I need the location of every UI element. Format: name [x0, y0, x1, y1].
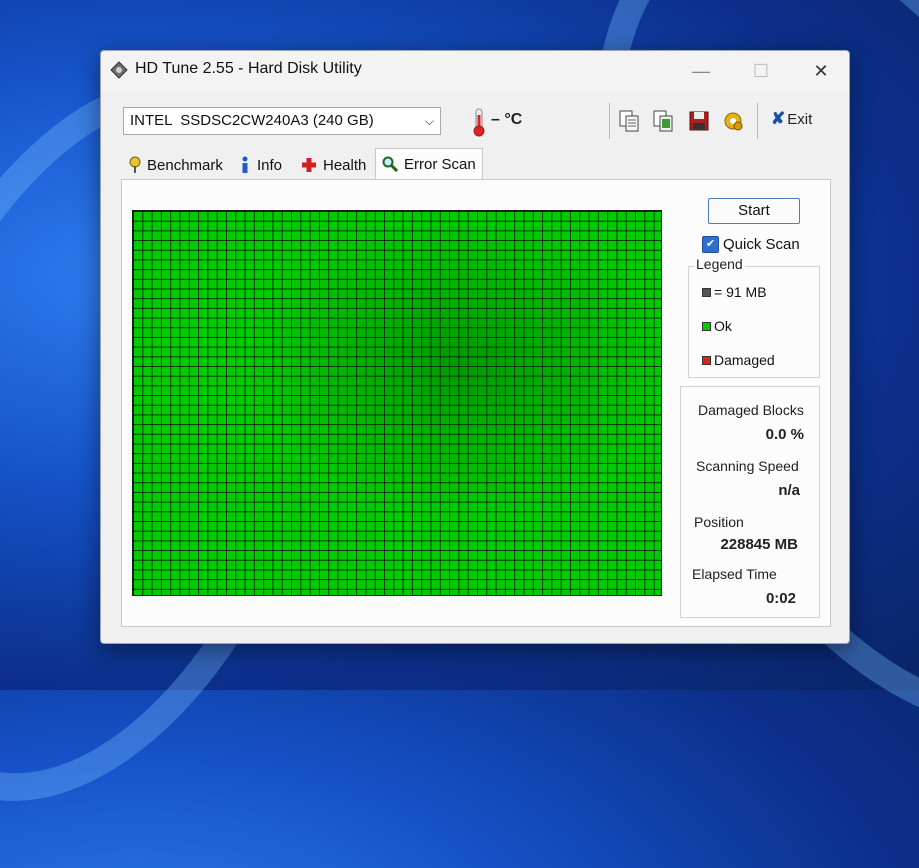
exit-button[interactable]: ✘ Exit	[771, 109, 812, 129]
hd-tune-window: HD Tune 2.55 - Hard Disk Utility — ☐ ✕ I…	[100, 50, 850, 644]
position-label: Position	[694, 514, 744, 530]
gauge-icon	[129, 156, 141, 173]
damaged-blocks-label: Damaged Blocks	[698, 402, 804, 418]
maximize-button[interactable]: ☐	[739, 55, 783, 87]
scanning-speed-label: Scanning Speed	[696, 458, 799, 474]
toolbar-separator	[609, 103, 610, 139]
error-scan-panel: Start ✔ Quick Scan Legend = 91 MB Ok Dam…	[121, 179, 831, 627]
toolbar-separator	[757, 103, 758, 139]
title-bar[interactable]: HD Tune 2.55 - Hard Disk Utility — ☐ ✕	[101, 51, 849, 91]
toolbar: INTEL SSDSC2CW240A3 (240 GB) ⌵ – °C ✘ Ex…	[101, 95, 849, 147]
legend-ok: Ok	[702, 318, 732, 334]
legend-ok-label: Ok	[714, 318, 732, 334]
damaged-blocks-value: 0.0 %	[765, 426, 804, 443]
disk-icon	[110, 61, 128, 79]
minimize-button[interactable]: —	[679, 55, 723, 87]
info-icon	[242, 156, 248, 173]
position-value: 228845 MB	[720, 536, 798, 553]
chevron-down-icon: ⌵	[424, 114, 434, 128]
maximize-icon: ☐	[752, 60, 770, 81]
save-icon[interactable]	[687, 109, 711, 133]
elapsed-time-label: Elapsed Time	[692, 566, 777, 582]
tab-label: Error Scan	[404, 155, 476, 173]
ok-swatch	[702, 321, 711, 331]
start-button[interactable]: Start	[708, 198, 800, 224]
tab-label: Health	[323, 156, 367, 174]
minimize-icon: —	[692, 60, 710, 81]
tab-info[interactable]: Info	[233, 151, 288, 179]
copy-all-icon[interactable]	[651, 109, 675, 133]
health-cross-icon	[302, 158, 316, 172]
legend-block-size-label: = 91 MB	[714, 284, 767, 300]
damaged-swatch	[702, 355, 711, 365]
window-title: HD Tune 2.55 - Hard Disk Utility	[135, 60, 362, 77]
scan-block-map	[132, 210, 662, 596]
exit-icon: ✘	[771, 109, 786, 128]
options-gear-icon[interactable]	[721, 109, 745, 133]
drive-select-value: INTEL SSDSC2CW240A3 (240 GB)	[130, 112, 374, 129]
block-swatch	[702, 287, 711, 297]
temperature-readout: – °C	[491, 111, 523, 128]
legend-title: Legend	[694, 256, 745, 272]
quick-scan-checkbox[interactable]: ✔ Quick Scan	[702, 236, 800, 253]
legend-block-size: = 91 MB	[702, 284, 767, 300]
statistics-group	[680, 386, 820, 618]
tab-health[interactable]: Health	[295, 151, 372, 179]
legend-damaged: Damaged	[702, 352, 775, 368]
legend-damaged-label: Damaged	[714, 352, 775, 368]
close-button[interactable]: ✕	[799, 55, 843, 87]
thermometer-icon	[473, 108, 485, 137]
tab-benchmark[interactable]: Benchmark	[123, 151, 229, 179]
exit-label: Exit	[787, 111, 813, 128]
magnifier-icon	[382, 156, 398, 172]
drive-select[interactable]: INTEL SSDSC2CW240A3 (240 GB) ⌵	[123, 107, 441, 135]
copy-icon[interactable]	[617, 109, 641, 133]
checkbox-checked-icon: ✔	[702, 236, 719, 253]
scanning-speed-value: n/a	[778, 482, 800, 499]
tab-error-scan[interactable]: Error Scan	[375, 148, 483, 179]
quick-scan-label: Quick Scan	[723, 236, 800, 253]
tab-label: Benchmark	[147, 156, 223, 174]
elapsed-time-value: 0:02	[765, 590, 796, 607]
tab-label: Info	[257, 156, 283, 174]
close-icon: ✕	[813, 60, 829, 81]
